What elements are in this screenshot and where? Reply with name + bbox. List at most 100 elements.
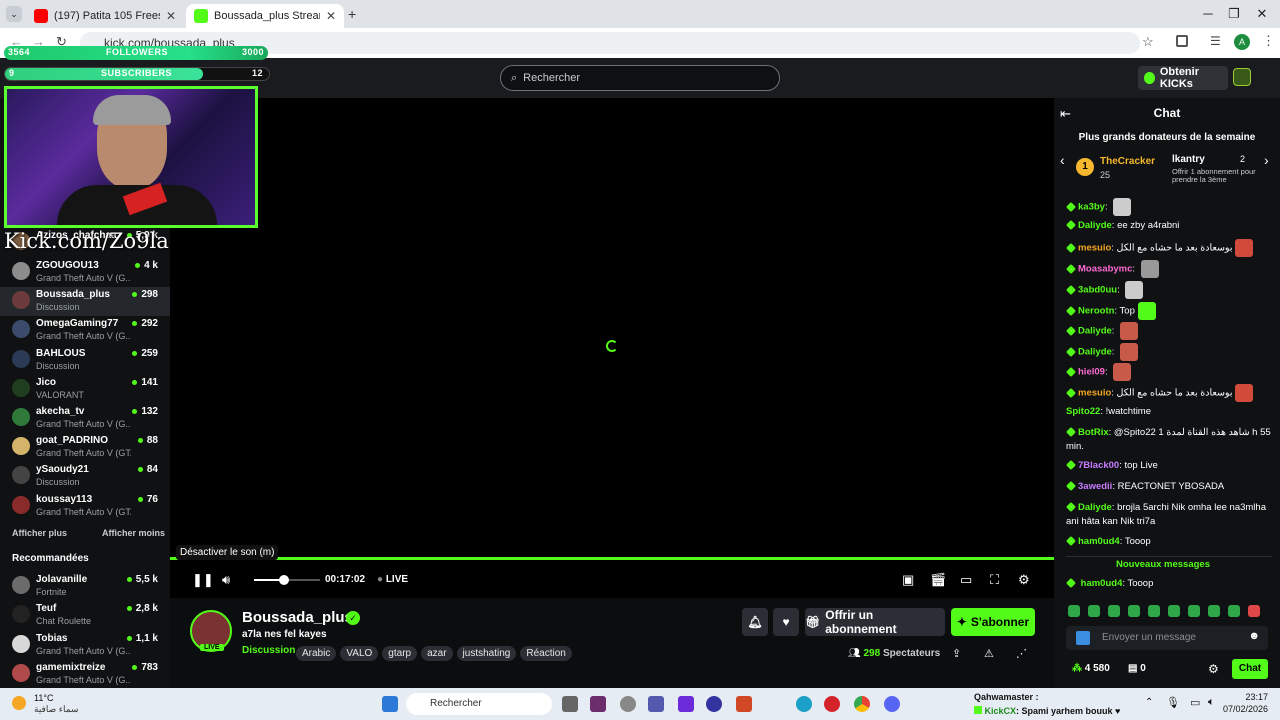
sidebar-recommended[interactable]: gamemixtreize Grand Theft Auto V (G... 7… — [0, 660, 170, 689]
bookmark-star-icon[interactable]: ☆ — [1142, 34, 1154, 50]
chat-username[interactable]: ham0ud4 — [1081, 578, 1123, 589]
close-tab-icon[interactable]: ✕ — [166, 9, 176, 23]
task-view-icon[interactable] — [562, 696, 578, 712]
chat-username[interactable]: ka3by — [1078, 202, 1105, 213]
show-more-link[interactable]: Afficher plus — [12, 528, 67, 538]
sidebar-channel[interactable]: goat_PADRINO Grand Theft Auto V (GTA) 88 — [0, 433, 170, 462]
tab-youtube[interactable]: (197) Patita 105 Freestyle - YouT ✕ — [26, 4, 184, 28]
app-icon[interactable] — [590, 696, 606, 712]
app-icon[interactable] — [678, 696, 694, 712]
chat-username[interactable]: BotRix — [1078, 427, 1109, 438]
profile-avatar[interactable]: A — [1234, 34, 1250, 50]
mic-icon[interactable]: 🎙︎ — [1166, 696, 1180, 709]
chat-username[interactable]: Nerootn — [1078, 306, 1114, 317]
sidebar-channel[interactable]: ySaoudy21 Discussion 84 — [0, 462, 170, 491]
settings-gear-icon[interactable]: ⚙ — [1018, 572, 1030, 588]
reading-list-icon[interactable]: ☰ — [1210, 34, 1221, 48]
kicks-balance[interactable]: ⁂ 4 580 — [1072, 663, 1110, 674]
share-icon[interactable]: ⇪ — [952, 647, 961, 660]
tab-kick[interactable]: Boussada_plus Stream - Watch ✕ — [186, 4, 344, 28]
app-icon[interactable] — [824, 696, 840, 712]
tag[interactable]: VALO — [340, 646, 379, 661]
tag[interactable]: justshating — [456, 646, 517, 661]
chat-username[interactable]: hiel09 — [1078, 367, 1105, 378]
chat-username[interactable]: ham0ud4 — [1078, 536, 1120, 547]
subscribe-button[interactable]: ✦ S'abonner — [951, 608, 1035, 636]
emoji-icon[interactable]: ☻ — [1248, 630, 1260, 642]
close-tab-icon[interactable]: ✕ — [326, 9, 336, 23]
sidebar-recommended[interactable]: Teuf Chat Roulette 2,8 k — [0, 601, 170, 630]
gifts-balance[interactable]: ▤ 0 — [1128, 663, 1146, 674]
pause-button[interactable]: ❚❚ — [192, 572, 214, 588]
taskbar-search[interactable]: Rechercher — [406, 693, 552, 715]
windows-start-icon[interactable] — [382, 696, 398, 712]
clock-time[interactable]: 23:17 — [1228, 692, 1268, 702]
emote-icon[interactable] — [1248, 604, 1260, 617]
gift-sub-button[interactable]: 🎁︎ Offrir un abonnement — [805, 608, 945, 636]
show-less-link[interactable]: Afficher moins — [102, 528, 165, 538]
emote-icon[interactable] — [1168, 604, 1180, 617]
clip-icon[interactable]: 🎬︎ — [930, 572, 947, 588]
tag[interactable]: Réaction — [520, 646, 572, 661]
chrome-icon[interactable] — [854, 696, 870, 712]
emote-icon[interactable] — [1208, 604, 1220, 617]
emote-icon[interactable] — [1228, 604, 1240, 617]
app-icon[interactable] — [706, 696, 722, 712]
chat-username[interactable]: mesuio — [1078, 388, 1111, 399]
tag[interactable]: azar — [421, 646, 453, 661]
sidebar-recommended[interactable]: Jolavanille Fortnite 5,5 k — [0, 572, 170, 601]
chat-username[interactable]: Spito22 — [1066, 406, 1100, 417]
video-progress-bar[interactable] — [170, 557, 1054, 560]
tag[interactable]: Arabic — [296, 646, 337, 661]
chat-username[interactable]: 3abd0uu — [1078, 285, 1117, 296]
channel-name[interactable]: Boussada_plus — [242, 609, 353, 626]
chat-input[interactable]: Envoyer un message ☻ — [1066, 626, 1268, 650]
picture-in-picture-icon[interactable]: ▣ — [902, 572, 914, 588]
sidebar-recommended[interactable]: Tobias Grand Theft Auto V (G... 1,1 k — [0, 631, 170, 660]
sidebar-channel[interactable]: Boussada_plus Discussion 298 — [0, 287, 170, 316]
sidebar-channel[interactable]: koussay113 Grand Theft Auto V (GTA) 76 — [0, 492, 170, 521]
app-icon[interactable] — [648, 696, 664, 712]
sidebar-channel[interactable]: akecha_tv Grand Theft Auto V (G... 132 — [0, 404, 170, 433]
chat-username[interactable]: Daliyde — [1078, 326, 1112, 337]
emote-icon[interactable] — [1068, 604, 1080, 617]
stream-category[interactable]: Discussion — [242, 645, 295, 656]
video-player[interactable] — [170, 98, 1054, 598]
tray-chevron-icon[interactable]: ⌃ — [1145, 697, 1153, 708]
chat-username[interactable]: Daliyde — [1078, 502, 1112, 513]
volume-knob[interactable] — [278, 575, 289, 585]
edge-icon[interactable] — [796, 696, 812, 712]
donors-next-icon[interactable]: › — [1264, 152, 1269, 168]
emote-icon[interactable] — [1188, 604, 1200, 617]
tag[interactable]: gtarp — [382, 646, 418, 661]
volume-slider[interactable] — [254, 575, 320, 585]
chat-username[interactable]: 3awedii — [1078, 481, 1112, 492]
more-options-icon[interactable]: ⋰ — [1016, 647, 1027, 660]
discord-icon[interactable] — [884, 696, 900, 712]
new-tab-button[interactable]: + — [348, 6, 356, 22]
chat-username[interactable]: Daliyde — [1078, 347, 1112, 358]
app-icon[interactable] — [620, 696, 636, 712]
volume-icon[interactable]: 🔊︎ — [222, 572, 230, 588]
browser-menu-icon[interactable]: ⋮ — [1262, 33, 1275, 49]
emote-icon[interactable] — [1108, 604, 1120, 617]
volume-tray-icon[interactable]: 🔈︎ — [1208, 696, 1215, 709]
user-avatar[interactable] — [1233, 68, 1251, 86]
extensions-icon[interactable] — [1176, 35, 1188, 47]
fullscreen-icon[interactable]: ⛶ — [990, 572, 999, 588]
follow-heart-button[interactable]: ♥ — [773, 608, 799, 636]
search-input[interactable]: ⌕ Rechercher — [500, 65, 780, 91]
sidebar-channel[interactable]: OmegaGaming77 Grand Theft Auto V (G... 2… — [0, 316, 170, 345]
chat-username[interactable]: 7Black00 — [1078, 460, 1119, 471]
emote-icon[interactable] — [1088, 604, 1100, 617]
close-window-icon[interactable]: ✕ — [1250, 6, 1274, 22]
app-icon[interactable] — [736, 696, 752, 712]
chat-send-button[interactable]: Chat — [1232, 659, 1268, 679]
theater-mode-icon[interactable]: ▭ — [960, 572, 972, 588]
sidebar-channel[interactable]: BAHLOUS Discussion 259 — [0, 346, 170, 375]
donors-prev-icon[interactable]: ‹ — [1060, 152, 1065, 168]
emote-icon[interactable] — [1128, 604, 1140, 617]
emote-icon[interactable] — [1148, 604, 1160, 617]
tab-list-dropdown-icon[interactable]: ⌄ — [6, 6, 22, 22]
chat-username[interactable]: mesuio — [1078, 243, 1111, 254]
